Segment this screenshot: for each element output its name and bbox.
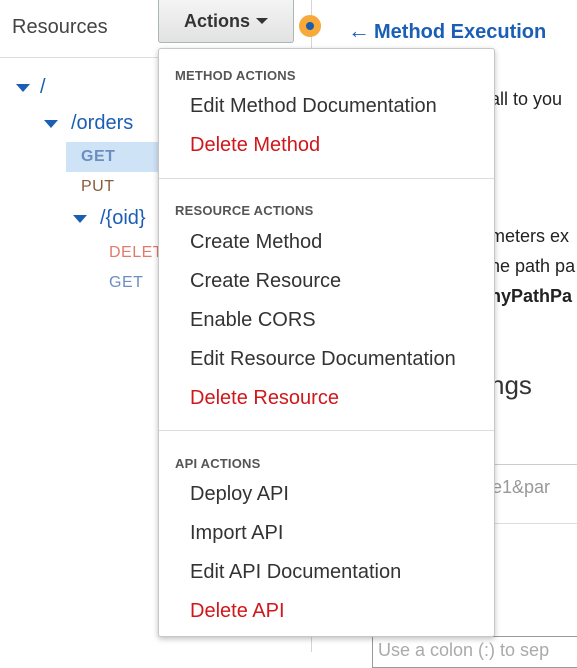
actions-label: Actions (183, 10, 250, 31)
menu-separator (159, 430, 494, 431)
description-text: all to you (490, 89, 563, 109)
menu-item-delete-api[interactable]: Delete API (190, 600, 285, 623)
menu-item-import-api[interactable]: Import API (190, 522, 283, 545)
menu-separator (159, 178, 494, 179)
menu-item-deploy-api[interactable]: Deploy API (190, 483, 289, 506)
resource-root[interactable]: / (40, 76, 46, 99)
menu-item-delete-method[interactable]: Delete Method (190, 134, 320, 157)
method-execution-link[interactable]: ← Method Execution (348, 18, 546, 44)
actions-button[interactable]: Actions (158, 0, 294, 43)
menu-item-create-resource[interactable]: Create Resource (190, 270, 341, 293)
method-get-orders[interactable]: GET (81, 148, 115, 166)
resource-oid[interactable]: /{oid} (100, 207, 146, 230)
resources-title: Resources (12, 16, 108, 38)
method-execution-label: Method Execution (374, 21, 547, 43)
description-text: nyPathPa (490, 286, 573, 306)
caret-down-icon[interactable] (44, 120, 58, 128)
description-text: ne path pa (490, 256, 576, 276)
method-get-oid[interactable]: GET (109, 274, 143, 292)
menu-item-enable-cors[interactable]: Enable CORS (190, 309, 316, 332)
arrow-left-icon: ← (348, 18, 370, 43)
info-icon[interactable] (299, 15, 321, 37)
menu-item-edit-api-documentation[interactable]: Edit API Documentation (190, 561, 401, 584)
actions-dropdown-menu: METHOD ACTIONS Edit Method Documentation… (158, 48, 495, 637)
menu-item-create-method[interactable]: Create Method (190, 231, 322, 254)
method-put-orders[interactable]: PUT (81, 178, 115, 196)
menu-item-delete-resource[interactable]: Delete Resource (190, 387, 339, 410)
resource-orders[interactable]: /orders (71, 112, 133, 135)
menu-item-edit-resource-documentation[interactable]: Edit Resource Documentation (190, 348, 456, 371)
input-placeholder: Use a colon (:) to sep (378, 640, 550, 660)
caret-down-icon[interactable] (73, 215, 87, 223)
description-text: meters ex (490, 226, 570, 246)
divider (490, 523, 577, 524)
settings-heading: ngs (490, 370, 532, 400)
caret-down-icon[interactable] (16, 84, 30, 92)
section-header-method-actions: METHOD ACTIONS (175, 68, 296, 83)
section-header-resource-actions: RESOURCE ACTIONS (175, 203, 314, 218)
caret-down-icon (256, 18, 268, 24)
section-header-api-actions: API ACTIONS (175, 456, 261, 471)
menu-item-edit-method-documentation[interactable]: Edit Method Documentation (190, 95, 437, 118)
